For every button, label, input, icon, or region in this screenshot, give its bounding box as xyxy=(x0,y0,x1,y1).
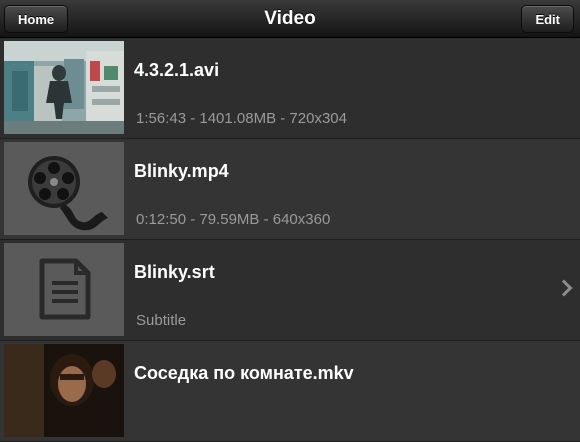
list-item[interactable]: 4.3.2.1.avi 1:56:43 - 1401.08MB - 720x30… xyxy=(0,38,580,139)
item-details: 1:56:43 - 1401.08MB - 720x304 xyxy=(136,110,347,127)
list-item[interactable]: Blinky.srt Subtitle xyxy=(0,240,580,341)
video-list: 4.3.2.1.avi 1:56:43 - 1401.08MB - 720x30… xyxy=(0,38,580,442)
item-title: 4.3.2.1.avi xyxy=(134,60,220,80)
list-item[interactable]: Blinky.mp4 0:12:50 - 79.59MB - 640x360 xyxy=(0,139,580,240)
edit-button[interactable]: Edit xyxy=(521,5,574,33)
list-item[interactable]: Соседка по комнате.mkv xyxy=(0,341,580,442)
item-title: Соседка по комнате.mkv xyxy=(134,363,354,383)
document-icon xyxy=(4,243,124,336)
item-title: Blinky.mp4 xyxy=(134,161,229,181)
item-details: 0:12:50 - 79.59MB - 640x360 xyxy=(136,211,331,228)
film-reel-icon xyxy=(4,142,124,235)
item-title: Blinky.srt xyxy=(134,262,215,282)
page-title: Video xyxy=(264,8,316,29)
navigation-bar: Video Home Edit xyxy=(0,0,580,38)
video-thumbnail xyxy=(4,344,124,437)
chevron-right-icon xyxy=(555,279,573,297)
video-thumbnail xyxy=(4,41,124,134)
item-details: Subtitle xyxy=(136,312,187,329)
home-button[interactable]: Home xyxy=(4,5,69,33)
